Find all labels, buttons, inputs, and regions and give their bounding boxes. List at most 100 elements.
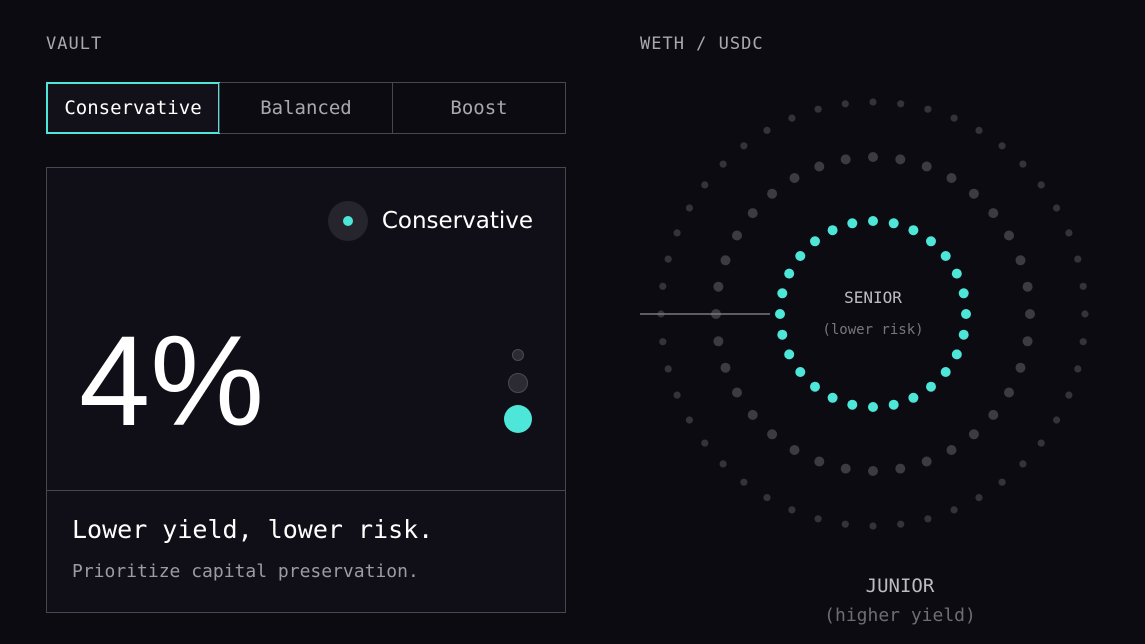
mid-ring-dot — [1022, 336, 1033, 347]
junior-ring-dot — [659, 282, 667, 290]
mid-ring-dot — [713, 336, 724, 347]
card-description: Prioritize capital preservation. — [72, 561, 419, 582]
junior-ring-dot — [685, 204, 694, 212]
junior-ring-dot — [950, 114, 958, 122]
mid-ring-dot — [988, 409, 999, 420]
senior-ring-dot — [784, 268, 795, 279]
mid-ring-dot — [968, 429, 979, 440]
dot-icon — [327, 201, 368, 241]
mid-ring-dot — [840, 154, 851, 165]
junior-ring-dot — [814, 105, 822, 113]
junior-ring-dot — [975, 126, 983, 134]
junior-ring-dot — [1079, 282, 1087, 290]
junior-ring-dot — [719, 460, 727, 468]
junior-ring-dot — [1074, 255, 1082, 263]
junior-ring-dot — [1037, 439, 1045, 447]
junior-ring-dot — [1081, 310, 1089, 318]
junior-sub-label: (higher yield) — [824, 605, 976, 626]
junior-ring-dot — [869, 98, 877, 106]
senior-ring-dot — [926, 381, 936, 392]
junior-ring-dot — [740, 142, 748, 150]
junior-ring-dot — [998, 478, 1006, 486]
mid-ring-dot — [732, 387, 742, 398]
junior-ring-dot — [673, 229, 681, 237]
mid-ring-dot — [968, 188, 979, 199]
pair-section-label: WETH / USDC — [640, 34, 764, 54]
senior-ring-dot — [868, 402, 878, 412]
mid-ring-dot — [747, 208, 758, 219]
mid-ring-dot — [814, 456, 825, 467]
vault-tier-card: Conservative 4% — [46, 167, 566, 613]
mid-ring-dot — [732, 230, 742, 241]
junior-ring-dot — [924, 515, 932, 523]
tab-balanced[interactable]: Balanced — [219, 83, 392, 133]
senior-sub-label: (lower risk) — [822, 322, 923, 338]
yield-value: 4% — [79, 310, 264, 453]
tier-badge-label: Conservative — [381, 208, 533, 234]
senior-ring-dot — [810, 236, 820, 247]
senior-ring-dot — [958, 329, 969, 340]
mid-ring-dot — [895, 154, 906, 165]
junior-ring-dot — [950, 506, 958, 514]
senior-ring-dot — [940, 367, 951, 377]
card-description-panel — [47, 491, 565, 612]
senior-ring-dot — [827, 392, 838, 403]
junior-ring-dot — [719, 160, 727, 168]
senior-ring-dot — [810, 381, 820, 392]
mid-ring-dot — [720, 255, 731, 266]
mid-ring-dot — [921, 456, 932, 467]
junior-ring-dot — [685, 416, 694, 424]
senior-ring-dot — [827, 225, 838, 236]
risk-level-indicator-low — [512, 349, 524, 361]
junior-ring-dot — [998, 142, 1006, 150]
senior-ring-dot — [847, 399, 858, 410]
mid-ring-dot — [1004, 230, 1014, 241]
mid-ring-dot — [988, 208, 999, 219]
junior-ring-dot — [763, 126, 771, 134]
mid-ring-dot — [767, 188, 778, 199]
mid-ring-dot — [814, 161, 825, 172]
mid-ring-dot — [895, 463, 906, 474]
junior-ring-dot — [1019, 460, 1027, 468]
mid-ring-dot — [720, 362, 731, 373]
mid-ring-dot — [868, 152, 878, 162]
mid-ring-dot — [767, 429, 778, 440]
junior-ring-dot — [788, 114, 796, 122]
senior-ring-dot — [888, 218, 899, 229]
junior-label: JUNIOR — [865, 575, 935, 597]
junior-ring-dot — [1074, 365, 1082, 373]
junior-ring-dot — [1053, 416, 1061, 424]
junior-ring-dot — [897, 100, 905, 108]
tab-boost[interactable]: Boost — [392, 83, 565, 133]
junior-ring-dot — [814, 515, 822, 523]
junior-ring-dot — [1065, 229, 1073, 237]
tranche-rings-diagram: SENIOR (lower risk) — [640, 98, 1089, 530]
senior-ring-dot — [777, 329, 788, 340]
mid-ring-dot — [747, 409, 758, 420]
senior-ring-dot — [795, 251, 806, 261]
mid-ring-dot — [840, 463, 851, 474]
junior-ring-dot — [1053, 204, 1061, 212]
mid-ring-dot — [868, 466, 878, 476]
junior-ring-dot — [841, 100, 849, 108]
senior-ring-dot — [961, 309, 971, 319]
risk-level-indicator-active — [504, 405, 532, 433]
junior-ring-dot — [664, 255, 672, 263]
senior-ring-dot — [795, 367, 806, 377]
card-top-panel: Conservative 4% — [47, 168, 565, 491]
junior-ring-dot — [897, 520, 905, 528]
tier-badge: Conservative — [327, 201, 533, 241]
mid-ring-dot — [1022, 281, 1033, 292]
junior-ring-dot — [1065, 391, 1073, 399]
junior-ring-dot — [869, 522, 877, 530]
senior-ring-dot — [940, 251, 951, 261]
junior-ring-dot — [659, 338, 667, 346]
junior-ring-dot — [740, 478, 748, 486]
vault-tier-tabs: Conservative Balanced Boost — [46, 82, 566, 134]
mid-ring-dot — [946, 173, 957, 183]
mid-ring-dot — [1015, 255, 1026, 266]
mid-ring-dot — [1004, 387, 1014, 398]
junior-ring-dot — [1079, 338, 1087, 346]
junior-ring-dot — [1019, 160, 1027, 168]
tab-conservative[interactable]: Conservative — [46, 82, 220, 134]
